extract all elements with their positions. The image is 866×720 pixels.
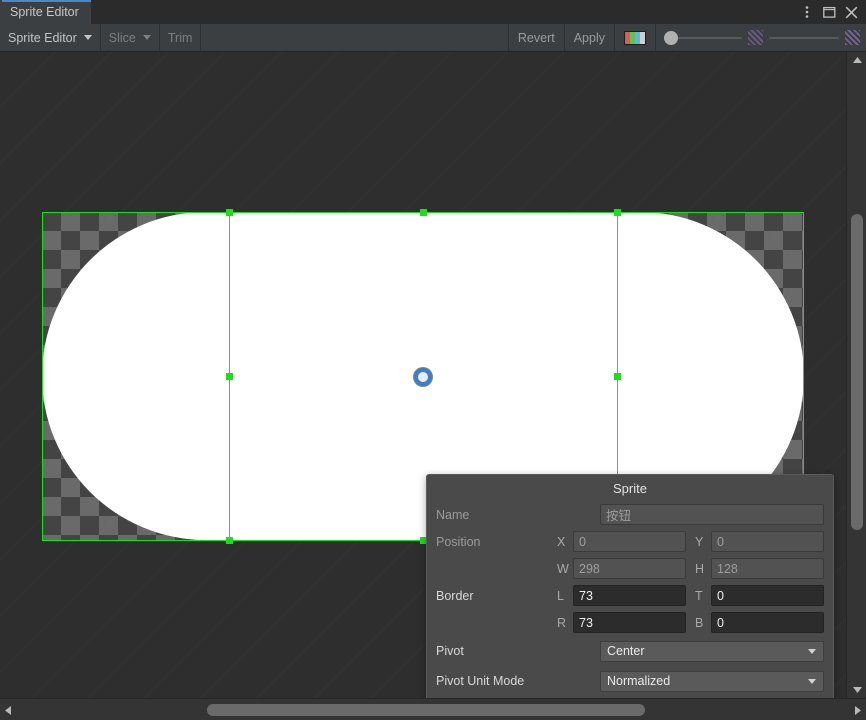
border-b-input[interactable]: 0 xyxy=(711,612,824,633)
sprite-editor-window: Sprite Editor Sprite Editor Slice Trim R… xyxy=(0,0,866,720)
horizontal-scrollbar[interactable] xyxy=(0,698,866,720)
position-w-input[interactable]: 298 xyxy=(573,558,686,579)
row-name: Name 按钮 xyxy=(427,502,833,527)
pixel-grid-icon[interactable] xyxy=(748,30,763,45)
sprite-editor-toolbar: Sprite Editor Slice Trim Revert Apply xyxy=(0,24,866,52)
apply-label: Apply xyxy=(573,30,605,45)
row-position-xy: Position X 0 Y 0 xyxy=(427,529,833,554)
sprite-rect-left-edge[interactable] xyxy=(42,212,43,541)
name-label: Name xyxy=(436,507,470,522)
slice-dropdown[interactable]: Slice xyxy=(101,24,160,51)
revert-button[interactable]: Revert xyxy=(509,24,565,51)
border-l-label: L xyxy=(557,588,564,603)
border-handle-top-right[interactable] xyxy=(614,209,621,216)
chevron-down-icon xyxy=(83,35,92,40)
border-handle-bottom-left[interactable] xyxy=(226,537,233,544)
row-pivot: Pivot Center xyxy=(427,637,833,665)
border-t-input[interactable]: 0 xyxy=(711,585,824,606)
border-handle-middle-left[interactable] xyxy=(226,373,233,380)
border-handle-middle-right[interactable] xyxy=(614,373,621,380)
panel-title: Sprite xyxy=(613,481,647,496)
tab-bar-spacer xyxy=(91,0,796,24)
border-label: Border xyxy=(436,588,474,603)
horizontal-scrollbar-thumb[interactable] xyxy=(207,704,645,716)
scroll-down-icon[interactable] xyxy=(847,682,866,698)
window-controls xyxy=(796,0,866,24)
border-b-label: B xyxy=(695,615,704,630)
border-t-label: T xyxy=(695,588,703,603)
sprite-properties-panel: Sprite Name 按钮 Position X 0 Y 0 W 298 H … xyxy=(426,474,834,698)
toolbar-sliders xyxy=(656,24,866,51)
position-x-input[interactable]: 0 xyxy=(573,531,686,552)
more-options-icon[interactable] xyxy=(796,0,818,24)
pivot-label: Pivot xyxy=(436,644,464,658)
vertical-scrollbar[interactable] xyxy=(846,52,866,698)
alpha-slider[interactable] xyxy=(769,36,839,39)
apply-button[interactable]: Apply xyxy=(565,24,615,51)
editor-mode-dropdown[interactable]: Sprite Editor xyxy=(0,24,101,51)
name-input[interactable]: 按钮 xyxy=(600,504,824,525)
pivot-unit-mode-label: Pivot Unit Mode xyxy=(436,674,525,688)
tab-sprite-editor[interactable]: Sprite Editor xyxy=(0,0,91,24)
rgb-channel-button[interactable] xyxy=(615,24,656,51)
scroll-up-icon[interactable] xyxy=(847,52,866,68)
chevron-down-icon xyxy=(808,678,816,684)
slice-label: Slice xyxy=(108,30,136,45)
border-r-input[interactable]: 73 xyxy=(573,612,686,633)
revert-label: Revert xyxy=(517,30,555,45)
position-y-input[interactable]: 0 xyxy=(711,531,824,552)
pivot-unit-mode-dropdown[interactable]: Normalized xyxy=(600,670,824,692)
row-border-rb: R 73 B 0 xyxy=(427,610,833,635)
row-border-lt: Border L 73 T 0 xyxy=(427,583,833,608)
zoom-slider-handle[interactable] xyxy=(664,30,678,45)
scroll-right-icon[interactable] xyxy=(850,699,866,720)
chevron-down-icon xyxy=(808,648,816,654)
trim-button[interactable]: Trim xyxy=(160,24,202,51)
window-tab-bar: Sprite Editor xyxy=(0,0,866,24)
close-icon[interactable] xyxy=(840,0,862,24)
pivot-dropdown[interactable]: Center xyxy=(600,640,824,662)
zoom-slider[interactable] xyxy=(664,30,742,45)
position-x-label: X xyxy=(557,534,566,549)
border-l-input[interactable]: 73 xyxy=(573,585,686,606)
border-r-label: R xyxy=(557,615,567,630)
tab-label: Sprite Editor xyxy=(10,5,79,19)
pivot-unit-mode-value: Normalized xyxy=(607,674,671,688)
vertical-scrollbar-thumb[interactable] xyxy=(851,214,863,530)
alpha-pattern-icon[interactable] xyxy=(845,30,860,45)
border-handle-top-left[interactable] xyxy=(226,209,233,216)
pivot-value: Center xyxy=(607,644,645,658)
maximize-icon[interactable] xyxy=(818,0,840,24)
position-w-label: W xyxy=(557,561,569,576)
scroll-left-icon[interactable] xyxy=(0,699,16,720)
border-handle-top-center[interactable] xyxy=(420,209,427,216)
toolbar-spacer xyxy=(201,24,509,51)
editor-mode-label: Sprite Editor xyxy=(8,30,77,45)
trim-label: Trim xyxy=(167,30,193,45)
sprite-canvas[interactable]: Sprite Name 按钮 Position X 0 Y 0 W 298 H … xyxy=(0,52,846,698)
row-position-wh: W 298 H 128 xyxy=(427,556,833,581)
chevron-down-icon xyxy=(142,35,151,40)
position-label: Position xyxy=(436,534,481,549)
position-h-label: H xyxy=(695,561,705,576)
position-y-label: Y xyxy=(695,534,704,549)
pivot-marker[interactable] xyxy=(414,368,432,386)
row-pivot-unit-mode: Pivot Unit Mode Normalized xyxy=(427,667,833,695)
rgb-channel-icon xyxy=(624,30,646,45)
position-h-input[interactable]: 128 xyxy=(711,558,824,579)
